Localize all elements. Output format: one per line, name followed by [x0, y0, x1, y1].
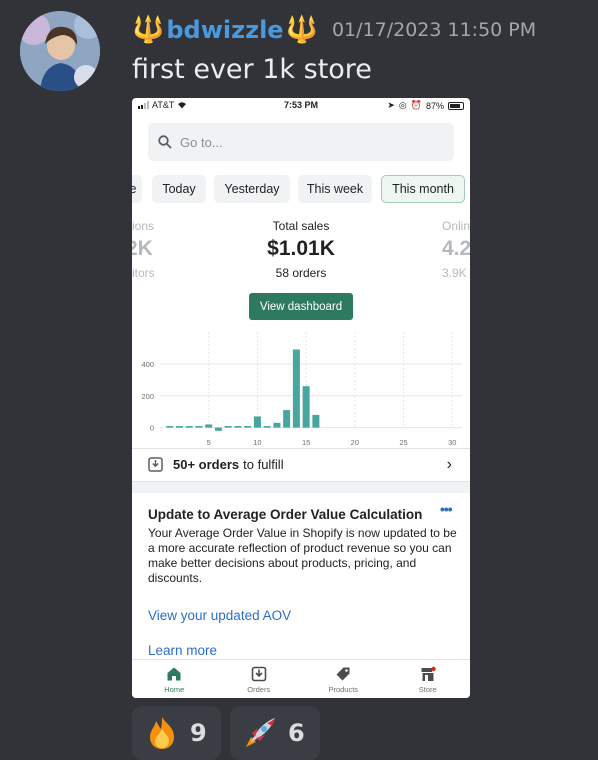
chart-bar [273, 422, 281, 428]
tab-store[interactable]: Store [386, 660, 471, 698]
chart-bar [283, 410, 291, 428]
battery-icon [448, 101, 464, 110]
phone-status-bar: AT&T 7:53 PM ➤ ◎ ⏰ 87% [132, 98, 470, 114]
date-chip-today[interactable]: Today [152, 175, 206, 203]
total-sales-label: Total sales [272, 219, 330, 233]
chart-bar [244, 426, 252, 428]
view-dashboard-button[interactable]: View dashboard [249, 293, 353, 320]
total-orders-count: 58 orders [275, 266, 327, 280]
chart-bar [185, 426, 193, 428]
x-tick-label: 25 [399, 438, 407, 446]
reaction-count: 6 [288, 719, 305, 747]
orders-icon [251, 666, 267, 681]
tab-home[interactable]: Home [132, 660, 217, 698]
card-title: Update to Average Order Value Calculatio… [148, 507, 423, 522]
tab-orders[interactable]: Orders [217, 660, 302, 698]
tab-products[interactable]: Products [301, 660, 386, 698]
chart-bar [214, 427, 222, 431]
date-chip-partial[interactable]: e [132, 175, 142, 203]
date-chip-yesterday[interactable]: Yesterday [214, 175, 290, 203]
alarm-icon: ⏰ [410, 100, 422, 110]
username[interactable]: bdwizzle [166, 16, 283, 44]
more-options-icon[interactable]: ••• [440, 501, 453, 517]
metric-total-sales[interactable]: Total sales $1.01K 58 orders [241, 219, 361, 280]
section-divider [132, 481, 470, 493]
chart-bar [263, 426, 271, 428]
store-icon [421, 666, 436, 681]
tag-icon [336, 667, 350, 680]
y-tick-label: 0 [150, 424, 154, 433]
x-tick-label: 10 [253, 438, 261, 446]
chart-bar [253, 416, 261, 428]
x-tick-label: 5 [207, 438, 211, 446]
lock-rotation-icon: ◎ [398, 100, 407, 110]
home-icon [167, 667, 181, 680]
card-body: Your Average Order Value in Shopify is n… [148, 526, 457, 585]
total-sales-value: $1.01K [267, 237, 335, 260]
orders-count: 50+ orders [173, 457, 240, 472]
battery-label: 87% [425, 100, 444, 111]
message-header: 🔱 bdwizzle 🔱 01/17/2023 11:50 PM [132, 10, 536, 50]
chart-bar [175, 426, 183, 428]
fire-emoji [150, 717, 174, 749]
chart-bar [302, 386, 310, 428]
date-chip-this-week[interactable]: This week [298, 175, 372, 203]
learn-more-link[interactable]: Learn more [148, 643, 217, 658]
chart-bar [195, 426, 203, 428]
search-input[interactable]: Go to... [148, 123, 454, 161]
message-timestamp: 01/17/2023 11:50 PM [331, 19, 537, 41]
search-icon [158, 135, 172, 149]
bottom-tab-bar: Home Orders Products Store [132, 659, 470, 698]
orders-inbox-icon [148, 457, 163, 472]
trident-emoji: 🔱 [285, 15, 318, 45]
view-aov-link[interactable]: View your updated AOV [148, 608, 291, 623]
chevron-right-icon: › [446, 455, 452, 473]
x-tick-label: 20 [351, 438, 359, 446]
chart-bar [312, 414, 320, 428]
chart-bar [234, 426, 242, 428]
chart-bar [166, 426, 174, 428]
reaction-count: 9 [190, 719, 207, 747]
x-tick-label: 15 [302, 438, 310, 446]
user-avatar[interactable] [20, 11, 100, 91]
orders-to-fulfill-row[interactable]: 50+ orders to fulfill › [132, 448, 470, 480]
metric-sessions-partial[interactable]: sions 2K sitors [132, 219, 166, 280]
y-tick-label: 200 [141, 392, 154, 401]
x-tick-label: 30 [448, 438, 456, 446]
trident-emoji: 🔱 [132, 15, 165, 45]
attached-screenshot[interactable]: AT&T 7:53 PM ➤ ◎ ⏰ 87% Go to... e Today … [132, 98, 470, 698]
rocket-emoji [246, 718, 275, 747]
reaction-fire[interactable]: 9 [132, 706, 221, 760]
location-icon: ➤ [387, 100, 395, 110]
orders-suffix: to fulfill [243, 457, 284, 472]
y-tick-label: 400 [141, 360, 154, 369]
sales-bar-chart: 0 200 400 5 10 15 20 25 30 [141, 332, 462, 446]
message-text: first ever 1k store [132, 54, 372, 85]
chart-bar [224, 426, 232, 428]
chart-bar [292, 349, 300, 428]
chart-bar [205, 424, 213, 428]
metric-online-partial[interactable]: Onlin 4.2 3.9K [442, 219, 470, 280]
reaction-rocket[interactable]: 6 [230, 706, 320, 760]
search-placeholder: Go to... [180, 134, 223, 150]
date-chip-this-month[interactable]: This month [381, 175, 465, 203]
